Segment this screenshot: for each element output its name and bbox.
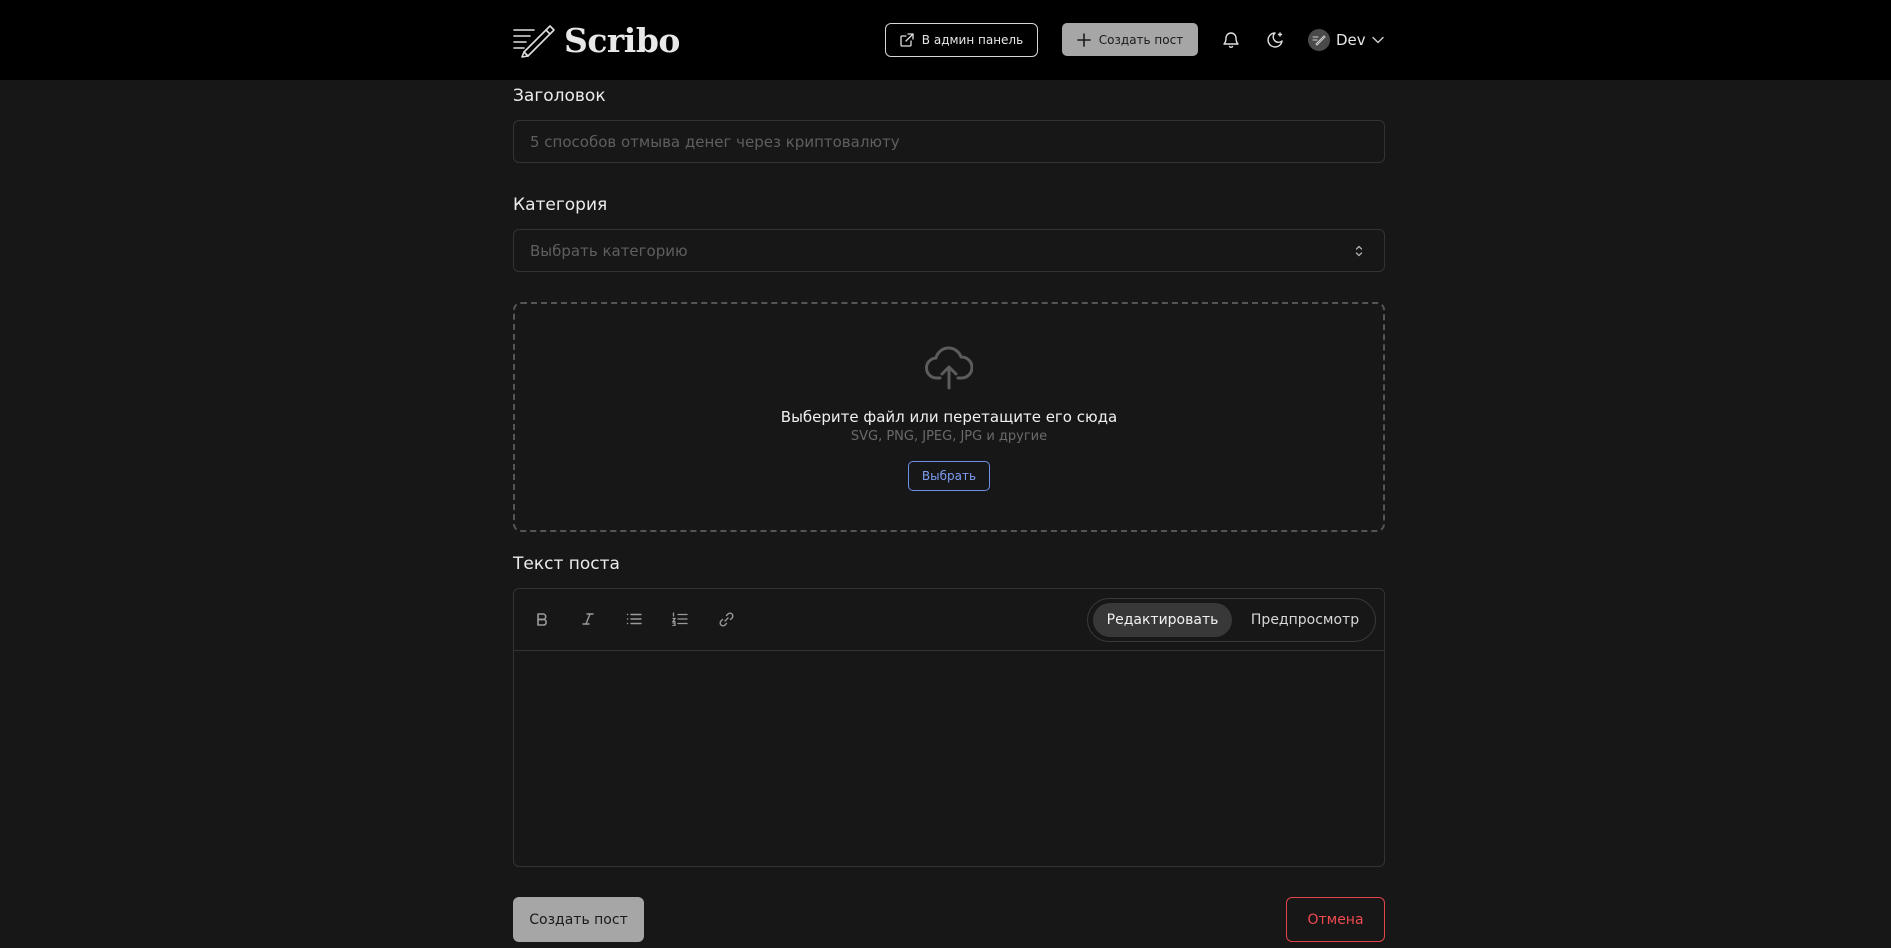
plus-icon [1076, 32, 1091, 47]
editor-content-area[interactable] [514, 652, 1384, 866]
theme-toggle-button[interactable] [1263, 28, 1287, 52]
numbered-list-button[interactable] [670, 609, 690, 629]
user-menu[interactable]: Dev [1308, 27, 1384, 53]
tab-edit[interactable]: Редактировать [1093, 603, 1232, 637]
top-navbar: Scribo В админ панель Создать пост Dev [0, 0, 1891, 80]
title-label: Заголовок [513, 86, 606, 106]
category-placeholder: Выбрать категорию [530, 241, 688, 260]
choose-file-button[interactable]: Выбрать [908, 461, 990, 491]
upload-title: Выберите файл или перетащите его сюда [780, 408, 1118, 426]
italic-icon [582, 613, 594, 625]
link-icon [718, 611, 734, 627]
bullet-list-button[interactable] [624, 609, 644, 629]
notifications-button[interactable] [1219, 28, 1243, 52]
create-post-button[interactable]: Создать пост [513, 897, 644, 942]
chevron-up-down-icon [1355, 245, 1363, 257]
external-link-icon [900, 33, 914, 47]
editor-toolbar: Редактировать Предпросмотр [514, 589, 1384, 651]
admin-panel-label: В админ панель [921, 33, 1024, 47]
brand-name: Scribo [564, 20, 680, 60]
numbered-list-icon [672, 612, 688, 626]
file-dropzone[interactable]: Выберите файл или перетащите его сюда SV… [513, 302, 1385, 532]
moon-star-icon [1267, 32, 1283, 48]
category-select[interactable]: Выбрать категорию [513, 229, 1385, 272]
cancel-button[interactable]: Отмена [1286, 897, 1385, 942]
editor-mode-toggle: Редактировать Предпросмотр [1087, 598, 1376, 642]
avatar [1308, 29, 1330, 51]
cloud-upload-icon [925, 346, 973, 390]
create-post-header-button[interactable]: Создать пост [1062, 23, 1198, 56]
brand-logo[interactable]: Scribo [512, 20, 680, 60]
bullet-list-icon [626, 613, 642, 625]
tab-preview[interactable]: Предпросмотр [1238, 603, 1372, 637]
quill-icon [1312, 35, 1326, 46]
bold-button[interactable] [532, 609, 552, 629]
create-post-header-label: Создать пост [1098, 32, 1184, 47]
admin-panel-button[interactable]: В админ панель [885, 23, 1038, 57]
bold-icon [537, 613, 547, 626]
bell-icon [1223, 32, 1239, 48]
chevron-down-icon [1371, 36, 1384, 44]
title-placeholder: 5 способов отмыва денег через криптовалю… [530, 132, 900, 151]
link-button[interactable] [716, 609, 736, 629]
post-text-label: Текст поста [513, 554, 620, 574]
title-input[interactable]: 5 способов отмыва денег через криптовалю… [513, 120, 1385, 163]
italic-button[interactable] [578, 609, 598, 629]
upload-subtitle: SVG, PNG, JPEG, JPG и другие [850, 429, 1048, 444]
user-name: Dev [1336, 31, 1366, 49]
quill-icon [513, 25, 555, 58]
post-editor: Редактировать Предпросмотр [513, 588, 1385, 867]
category-label: Категория [513, 195, 608, 215]
